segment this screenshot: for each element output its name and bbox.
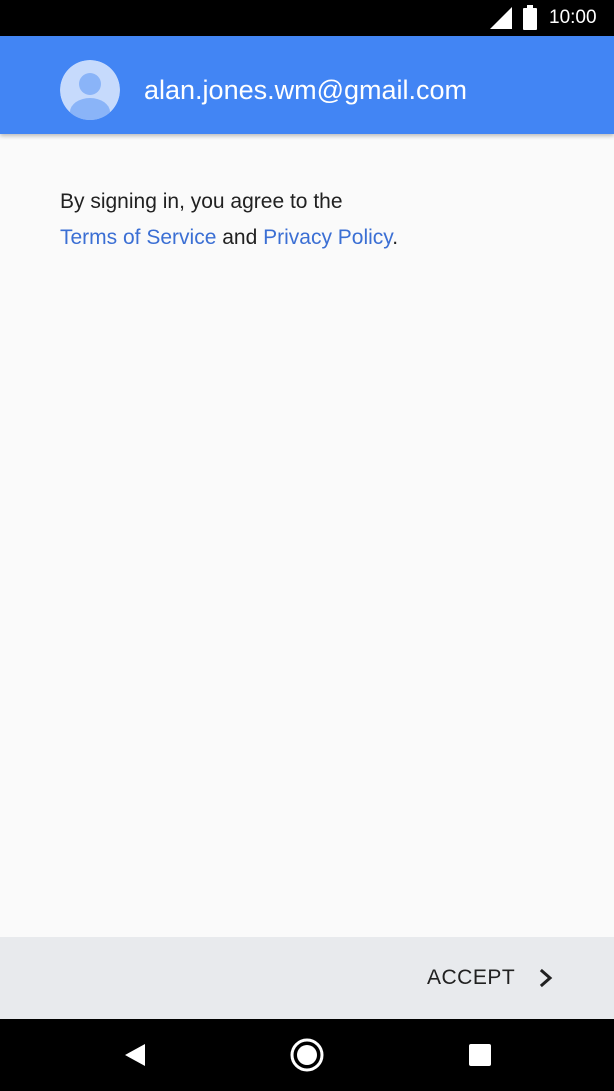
agreement-links-line: Terms of Service and Privacy Policy.	[60, 220, 560, 256]
back-icon[interactable]	[117, 1037, 153, 1073]
recents-icon[interactable]	[462, 1037, 498, 1073]
status-time: 10:00	[549, 7, 597, 28]
terms-of-service-link[interactable]: Terms of Service	[60, 226, 216, 249]
privacy-policy-link[interactable]: Privacy Policy	[263, 226, 392, 249]
chevron-right-icon	[539, 968, 553, 988]
accept-button-label: ACCEPT	[427, 966, 516, 989]
agreement-text: By signing in, you agree to the Terms of…	[60, 184, 560, 256]
agreement-end: .	[392, 226, 399, 249]
accept-button[interactable]: ACCEPT	[412, 951, 572, 1005]
cell-signal-icon	[490, 7, 512, 29]
agreement-intro: By signing in, you agree to the	[60, 190, 343, 213]
battery-icon	[523, 5, 537, 30]
account-email: alan.jones.wm@gmail.com	[144, 75, 468, 105]
home-icon[interactable]	[289, 1037, 325, 1073]
status-bar: 10:00	[0, 0, 614, 36]
account-avatar-icon	[60, 60, 120, 120]
agreement-conjunction: and	[216, 226, 264, 249]
bottom-action-bar: ACCEPT	[0, 937, 614, 1019]
system-nav-bar	[0, 1019, 614, 1091]
account-header: alan.jones.wm@gmail.com	[0, 36, 614, 134]
